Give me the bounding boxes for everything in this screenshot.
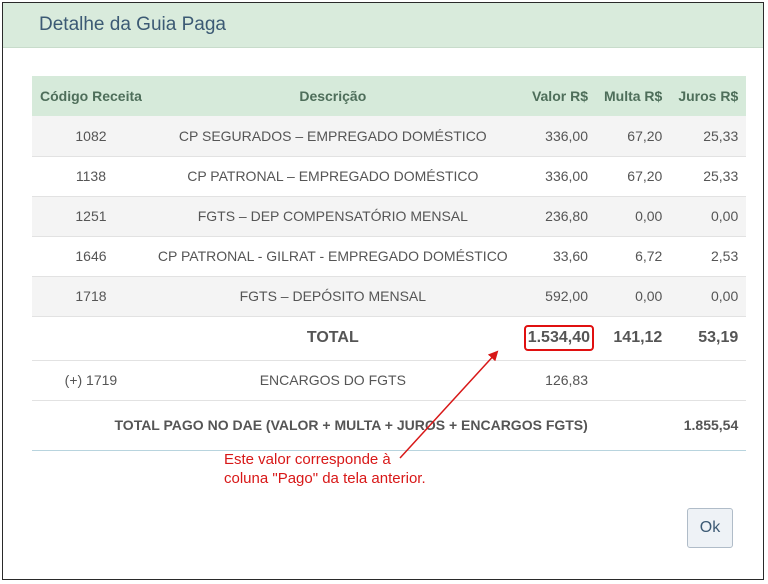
cell-codigo: 1082 <box>32 116 150 157</box>
cell-multa: 67,20 <box>595 116 671 157</box>
encargos-codigo: (+) 1719 <box>32 360 150 401</box>
table-row: 1718 FGTS – DEPÓSITO MENSAL 592,00 0,00 … <box>32 276 747 317</box>
cell-juros: 25,33 <box>670 116 747 157</box>
cell-valor: 336,00 <box>515 156 596 197</box>
header-juros: Juros R$ <box>670 76 747 116</box>
header-codigo: Código Receita <box>32 76 150 116</box>
table-row: 1251 FGTS – DEP COMPENSATÓRIO MENSAL 236… <box>32 196 747 237</box>
cell-valor: 592,00 <box>515 276 596 317</box>
cell-codigo: 1138 <box>32 156 150 197</box>
cell-juros: 2,53 <box>670 236 747 277</box>
cell-valor: 33,60 <box>515 236 596 277</box>
cell-codigo: 1251 <box>32 196 150 237</box>
cell-descricao: FGTS – DEP COMPENSATÓRIO MENSAL <box>149 196 516 237</box>
annotation-note: Este valor corresponde à coluna "Pago" d… <box>224 450 426 488</box>
cell-juros: 0,00 <box>670 276 747 317</box>
annotation-line-2: coluna "Pago" da tela anterior. <box>224 470 426 487</box>
total-row: TOTAL 1.534,40 141,12 53,19 <box>32 316 747 361</box>
total-label: TOTAL <box>149 316 516 361</box>
cell-descricao: CP SEGURADOS – EMPREGADO DOMÉSTICO <box>149 116 516 157</box>
encargos-valor: 126,83 <box>515 360 596 401</box>
cell-multa: 6,72 <box>595 236 671 277</box>
annotation-line-1: Este valor corresponde à <box>224 451 391 468</box>
cell-multa: 0,00 <box>595 276 671 317</box>
cell-descricao: CP PATRONAL – EMPREGADO DOMÉSTICO <box>149 156 516 197</box>
table-row: 1138 CP PATRONAL – EMPREGADO DOMÉSTICO 3… <box>32 156 747 197</box>
total-multa: 141,12 <box>595 316 671 361</box>
total-pago-valor: 1.855,54 <box>670 400 747 451</box>
cell-codigo: 1718 <box>32 276 150 317</box>
header-multa: Multa R$ <box>595 76 671 116</box>
cell-codigo: 1646 <box>32 236 150 277</box>
total-pago-row: TOTAL PAGO NO DAE (VALOR + MULTA + JUROS… <box>32 400 747 451</box>
cell-multa: 67,20 <box>595 156 671 197</box>
guia-table: Código Receita Descrição Valor R$ Multa … <box>32 76 747 451</box>
dialog-header: Detalhe da Guia Paga <box>3 3 763 48</box>
cell-juros: 0,00 <box>670 196 747 237</box>
encargos-descricao: ENCARGOS DO FGTS <box>149 360 516 401</box>
table-header-row: Código Receita Descrição Valor R$ Multa … <box>32 76 747 116</box>
header-valor: Valor R$ <box>515 76 596 116</box>
cell-juros: 25,33 <box>670 156 747 197</box>
ok-button[interactable]: Ok <box>687 508 733 548</box>
total-pago-label: TOTAL PAGO NO DAE (VALOR + MULTA + JUROS… <box>32 400 671 451</box>
table-row: 1082 CP SEGURADOS – EMPREGADO DOMÉSTICO … <box>32 116 747 157</box>
cell-valor: 336,00 <box>515 116 596 157</box>
cell-descricao: CP PATRONAL - GILRAT - EMPREGADO DOMÉSTI… <box>149 236 516 277</box>
cell-multa: 0,00 <box>595 196 671 237</box>
total-valor-highlighted: 1.534,40 <box>523 325 594 351</box>
dialog-title: Detalhe da Guia Paga <box>39 14 226 35</box>
table-row: 1646 CP PATRONAL - GILRAT - EMPREGADO DO… <box>32 236 747 277</box>
cell-valor: 236,80 <box>515 196 596 237</box>
total-juros: 53,19 <box>670 316 747 361</box>
cell-descricao: FGTS – DEPÓSITO MENSAL <box>149 276 516 317</box>
header-descricao: Descrição <box>149 76 516 116</box>
encargos-row: (+) 1719 ENCARGOS DO FGTS 126,83 <box>32 360 747 401</box>
